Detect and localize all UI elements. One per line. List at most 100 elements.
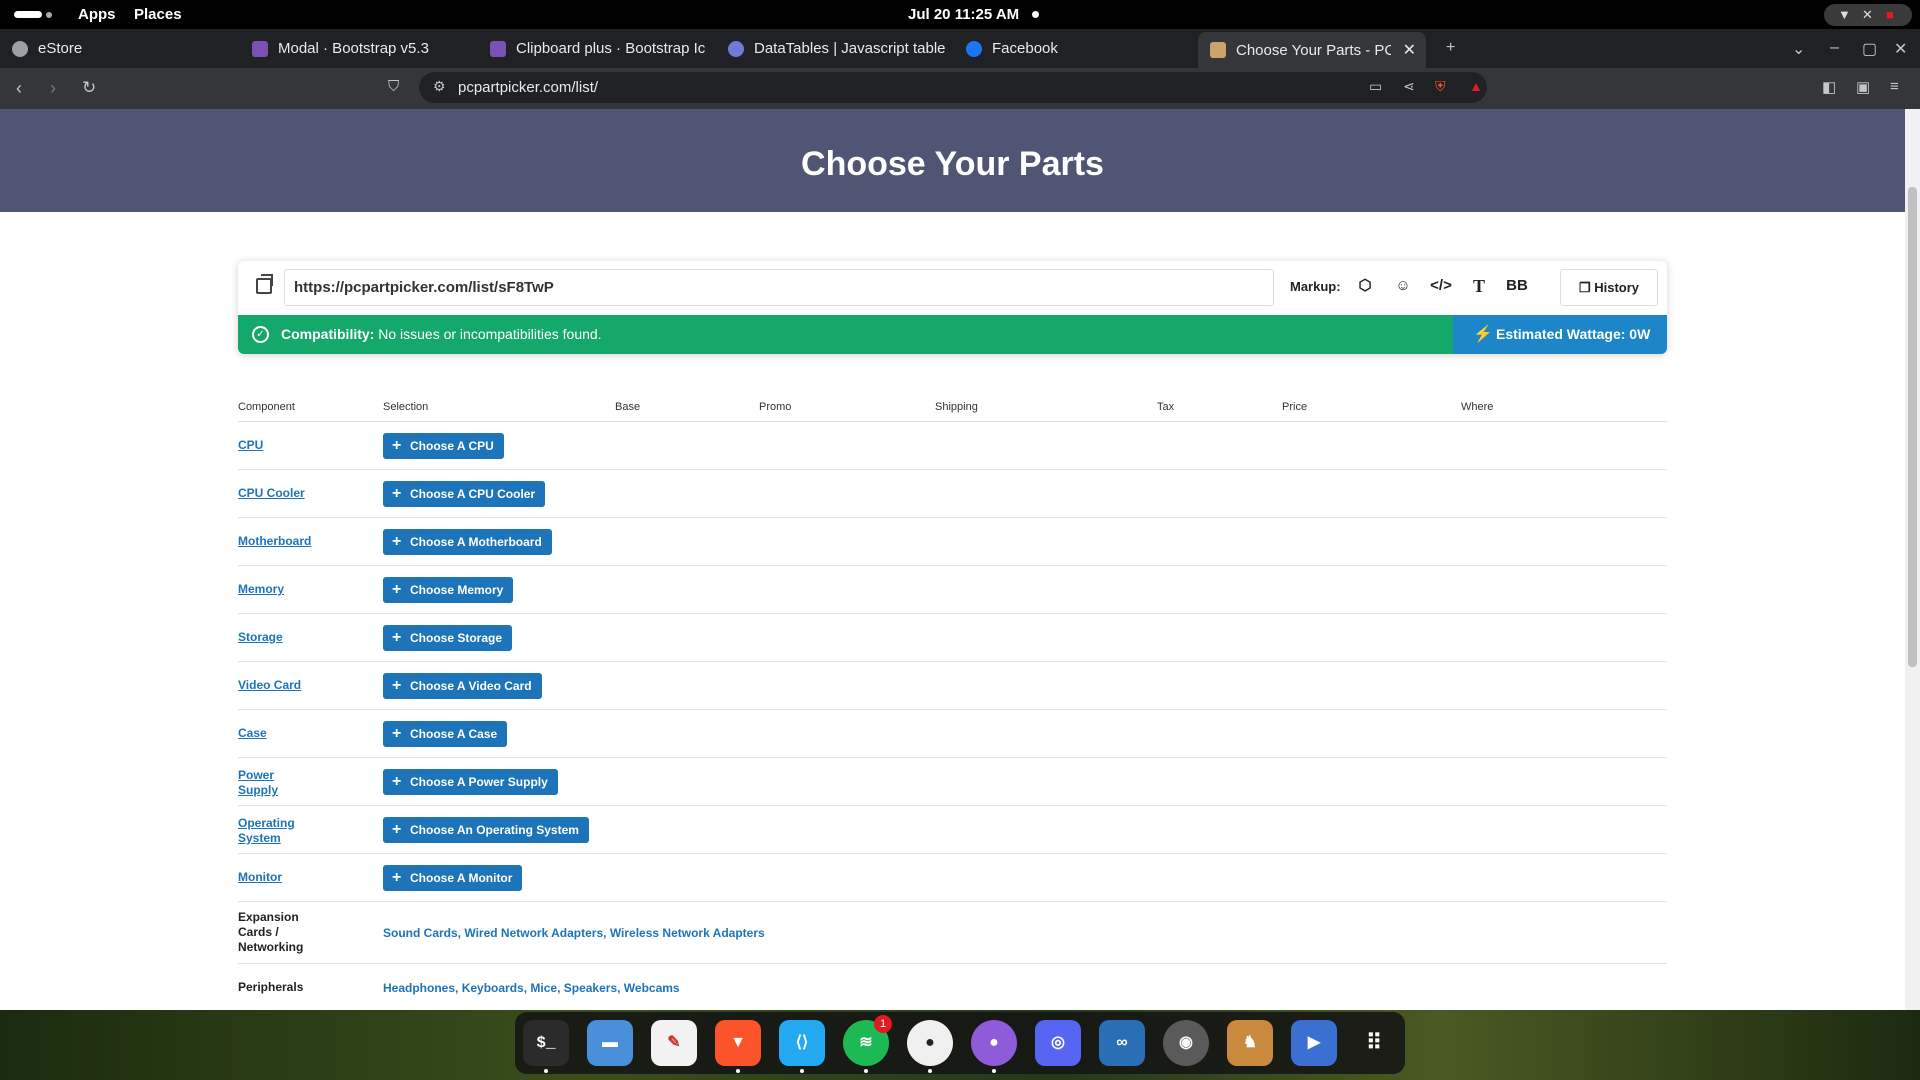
component-link[interactable]: Memory <box>238 582 318 597</box>
button-label: Choose A Monitor <box>410 871 513 885</box>
button-label: Choose Storage <box>410 631 503 645</box>
site-info-icon[interactable]: ⚙ <box>433 78 446 95</box>
wallet-icon[interactable]: ▣ <box>1856 78 1870 96</box>
github-desktop-icon[interactable]: ● <box>971 1020 1017 1066</box>
places-menu[interactable]: Places <box>134 6 182 23</box>
choose-motherboard-button[interactable]: + Choose A Motherboard <box>383 529 552 555</box>
reload-icon[interactable]: ↻ <box>82 78 96 98</box>
code-icon[interactable]: </> <box>1430 275 1452 297</box>
minimize-icon[interactable]: – <box>1830 39 1839 57</box>
tab-facebook[interactable]: Facebook <box>954 29 1192 68</box>
compatibility-label: Compatibility: <box>281 326 375 342</box>
component-link[interactable]: Power Supply <box>238 768 288 798</box>
check-circle-icon: ✓ <box>252 326 269 343</box>
permalink-input[interactable]: https://pcpartpicker.com/list/sF8TwP <box>284 269 1274 306</box>
steam-icon[interactable]: ∞ <box>1099 1020 1145 1066</box>
tab-clipboard-plus[interactable]: Clipboard plus · Bootstrap Ic <box>478 29 716 68</box>
choose-storage-button[interactable]: + Choose Storage <box>383 625 513 651</box>
brave-shield-icon[interactable]: ⛨ <box>1435 78 1446 95</box>
link-speakers[interactable]: Speakers <box>564 981 617 995</box>
table-header: Component Selection Base Promo Shipping … <box>238 392 1667 422</box>
component-link[interactable]: CPU Cooler <box>238 486 318 501</box>
table-row: Expansion Cards / Networking Sound Cards… <box>238 902 1667 964</box>
component-link[interactable]: Case <box>238 726 318 741</box>
link-keyboards[interactable]: Keyboards <box>462 981 524 995</box>
choose-cpu-cooler-button[interactable]: + Choose A CPU Cooler <box>383 481 546 507</box>
address-bar[interactable]: ⚙ pcpartpicker.com/list/ ▭ ⋖ ⛨ ▲ <box>419 72 1487 103</box>
remote-icon[interactable]: ▶ <box>1291 1020 1337 1066</box>
system-top-bar: Apps Places Jul 20 11:25 AM ▼ ✕ ■ <box>0 0 1920 29</box>
clock[interactable]: Jul 20 11:25 AM <box>908 6 1019 23</box>
brave-rewards-icon[interactable]: ▲ <box>1469 78 1483 94</box>
column-header: Component <box>238 401 295 413</box>
terminal-icon[interactable]: $_ <box>523 1020 569 1066</box>
component-link[interactable]: Motherboard <box>238 534 318 549</box>
link-mice[interactable]: Mice <box>530 981 557 995</box>
url-text[interactable]: pcpartpicker.com/list/ <box>458 79 598 96</box>
discord-icon[interactable]: ◎ <box>1035 1020 1081 1066</box>
page-scrollbar[interactable] <box>1905 109 1920 1010</box>
app-grid-icon[interactable]: ⠿ <box>1351 1020 1397 1066</box>
text-icon[interactable]: T <box>1468 275 1490 297</box>
component-link[interactable]: Monitor <box>238 870 318 885</box>
link-webcams[interactable]: Webcams <box>624 981 680 995</box>
files-icon[interactable]: ▬ <box>587 1020 633 1066</box>
system-tray[interactable]: ▼ ✕ ■ <box>1824 4 1912 26</box>
plus-icon: + <box>392 629 402 646</box>
choose-video-card-button[interactable]: + Choose A Video Card <box>383 673 542 699</box>
tab-estore[interactable]: eStore <box>0 29 240 68</box>
component-link[interactable]: Operating System <box>238 816 308 846</box>
tab-search-icon[interactable]: ⌄ <box>1792 39 1805 59</box>
link-wireless-network-adapters[interactable]: Wireless Network Adapters <box>610 926 765 940</box>
component-link[interactable]: Storage <box>238 630 318 645</box>
apps-menu[interactable]: Apps <box>78 6 116 23</box>
github-icon[interactable]: ● <box>907 1020 953 1066</box>
cast-icon[interactable]: ▭ <box>1369 78 1382 95</box>
close-icon[interactable]: ✕ <box>1403 40 1416 60</box>
history-button[interactable]: ❐ History <box>1560 269 1658 306</box>
text-editor-icon[interactable]: ✎ <box>651 1020 697 1066</box>
choose-case-button[interactable]: + Choose A Case <box>383 721 508 747</box>
reddit-icon[interactable]: ☺ <box>1392 275 1414 297</box>
copy-link-icon[interactable] <box>256 274 273 294</box>
link-headphones[interactable]: Headphones <box>383 981 455 995</box>
bootstrap-icon <box>252 40 268 57</box>
choose-power-supply-button[interactable]: + Choose A Power Supply <box>383 769 558 795</box>
forward-icon[interactable]: › <box>50 78 56 99</box>
choose-cpu-button[interactable]: + Choose A CPU <box>383 433 504 459</box>
link-wired-network-adapters[interactable]: Wired Network Adapters <box>464 926 603 940</box>
game-icon[interactable]: ♞ <box>1227 1020 1273 1066</box>
window-close-icon[interactable]: ✕ <box>1894 39 1907 59</box>
page-viewport: Choose Your Parts https://pcpartpicker.c… <box>0 109 1905 1010</box>
table-row: Motherboard + Choose A Motherboard <box>238 518 1667 566</box>
part-list-toolbar: https://pcpartpicker.com/list/sF8TwP Mar… <box>238 261 1667 354</box>
maximize-icon[interactable]: ▢ <box>1862 39 1877 59</box>
bbcode-icon[interactable]: BB <box>1506 275 1528 297</box>
new-tab-icon[interactable]: + <box>1446 39 1455 57</box>
dock: $_ ▬ ✎ ▼ ⟨⟩ ≋ 1 ● ● ◎ ∞ ◉ ♞ ▶ ⠿ <box>515 1012 1405 1074</box>
vscode-icon[interactable]: ⟨⟩ <box>779 1020 825 1066</box>
tab-datatables[interactable]: DataTables | Javascript table <box>716 29 954 68</box>
component-link[interactable]: CPU <box>238 438 318 453</box>
menu-icon[interactable]: ≡ <box>1890 78 1899 95</box>
page-header: Choose Your Parts <box>0 109 1905 212</box>
link-sound-cards[interactable]: Sound Cards <box>383 926 458 940</box>
choose-operating-system-button[interactable]: + Choose An Operating System <box>383 817 589 843</box>
plus-icon: + <box>392 533 402 550</box>
cube-icon[interactable]: ⬡ <box>1354 275 1376 297</box>
tab-modal-bootstrap[interactable]: Modal · Bootstrap v5.3 <box>240 29 478 68</box>
obs-icon[interactable]: ◉ <box>1163 1020 1209 1066</box>
component-link[interactable]: Video Card <box>238 678 318 693</box>
brave-icon[interactable]: ▼ <box>715 1020 761 1066</box>
choose-monitor-button[interactable]: + Choose A Monitor <box>383 865 523 891</box>
markup-label: Markup: <box>1290 279 1341 294</box>
share-icon[interactable]: ⋖ <box>1403 78 1415 95</box>
bookmark-icon[interactable]: ⛉ <box>388 78 399 95</box>
activities-indicator[interactable] <box>14 11 42 18</box>
wattage-bar[interactable]: ⚡ Estimated Wattage: 0W <box>1453 315 1667 354</box>
tab-pcpartpicker[interactable]: Choose Your Parts - PCPa ✕ <box>1198 32 1426 68</box>
sidebar-icon[interactable]: ◧ <box>1822 78 1836 96</box>
choose-memory-button[interactable]: + Choose Memory <box>383 577 514 603</box>
scrollbar-thumb[interactable] <box>1908 187 1917 667</box>
back-icon[interactable]: ‹ <box>16 78 22 99</box>
